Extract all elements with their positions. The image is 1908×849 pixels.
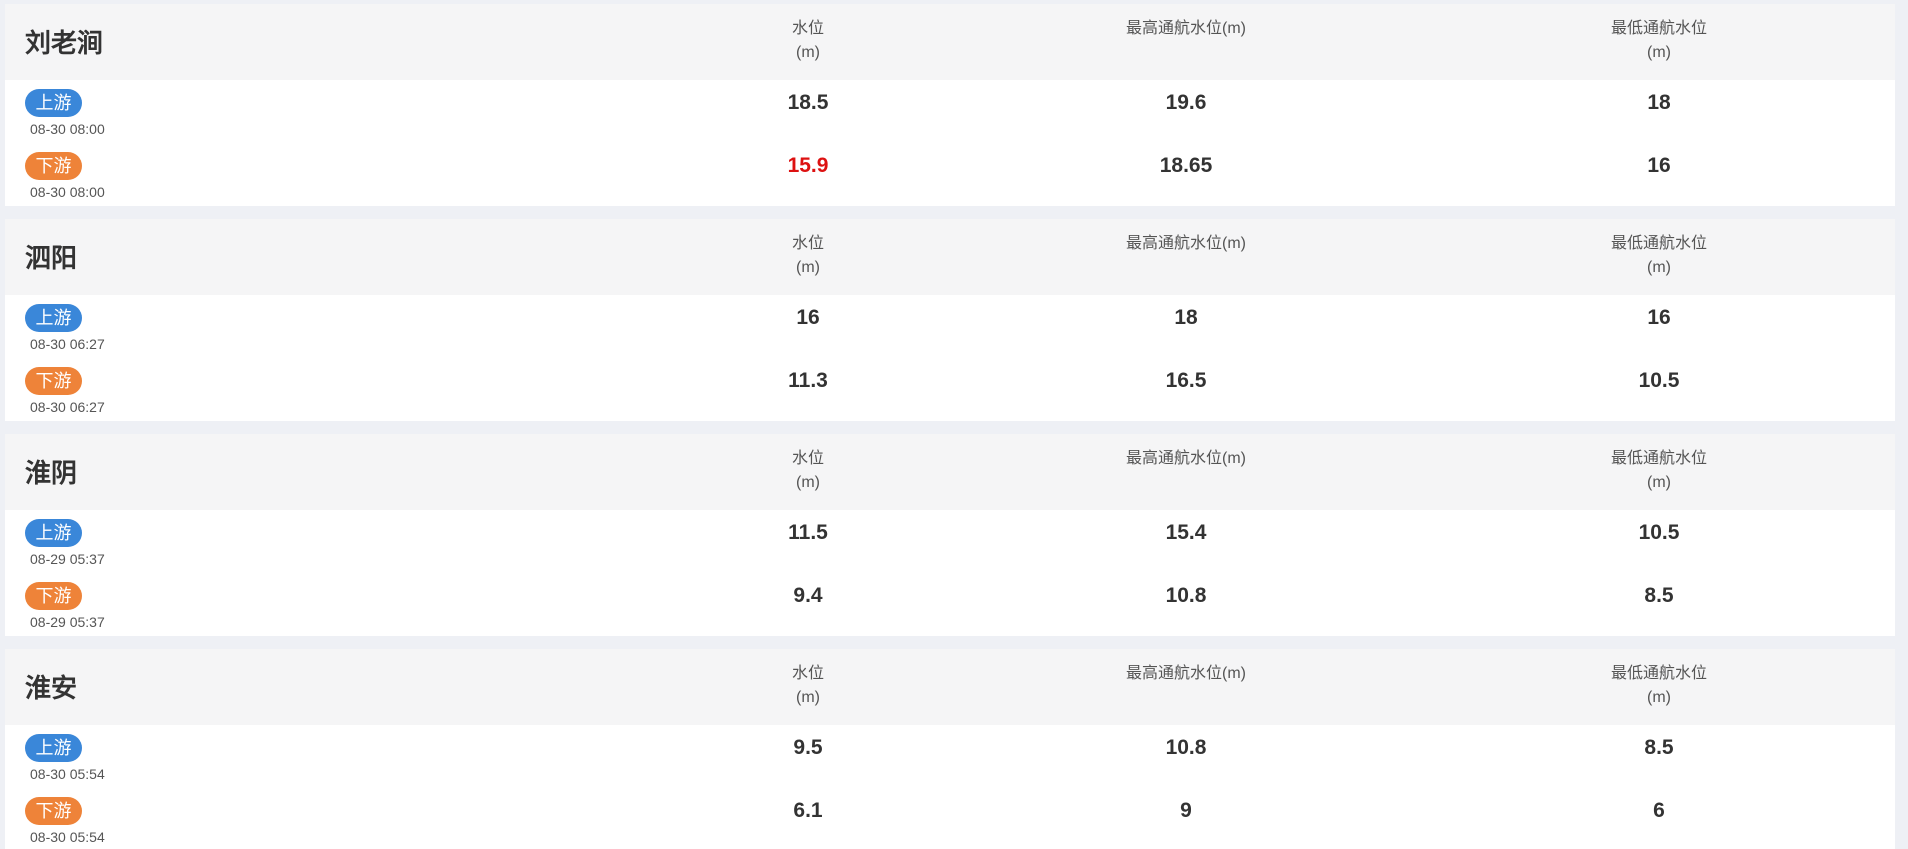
- max-nav-level-value: 18.65: [1159, 154, 1213, 177]
- reading-time: 08-30 05:54: [30, 829, 105, 845]
- reading-time: 08-30 06:27: [30, 399, 105, 415]
- water-level-header: 水位 (m): [791, 665, 824, 706]
- downstream-badge: 下游: [25, 152, 82, 180]
- water-level-value: 11.3: [788, 369, 828, 392]
- downstream-row: 下游 08-29 05:37 9.4 10.8 8.5: [5, 573, 1895, 636]
- max-nav-level-value: 15.4: [1165, 521, 1207, 544]
- station-name: 泗阳: [25, 243, 78, 273]
- station-header: 刘老涧 水位 (m) 最高通航水位(m) 最低通航水位 (m): [5, 4, 1895, 80]
- downstream-row: 下游 08-30 08:00 15.9 18.65 16: [5, 143, 1895, 206]
- reading-time: 08-30 06:27: [30, 336, 105, 352]
- water-level-value: 15.9: [787, 154, 829, 177]
- upstream-row: 上游 08-29 05:37 11.5 15.4 10.5: [5, 510, 1895, 573]
- water-level-value: 9.5: [793, 736, 823, 759]
- station-card: 刘老涧 水位 (m) 最高通航水位(m) 最低通航水位 (m) 上游 08-30 0…: [5, 4, 1895, 206]
- max-nav-level-value: 10.8: [1165, 736, 1207, 759]
- station-card: 淮阴 水位 (m) 最高通航水位(m) 最低通航水位 (m) 上游 08-29 05…: [5, 434, 1895, 636]
- station-name: 刘老涧: [25, 28, 104, 58]
- upstream-badge: 上游: [25, 304, 82, 332]
- max-nav-level-value: 9: [1180, 799, 1192, 822]
- downstream-badge: 下游: [25, 582, 82, 610]
- min-nav-level-value: 8.5: [1644, 584, 1674, 607]
- station-name: 淮安: [25, 673, 78, 703]
- station-card: 泗阳 水位 (m) 最高通航水位(m) 最低通航水位 (m) 上游 08-30 06…: [5, 219, 1895, 421]
- max-nav-level-header: 最高通航水位(m): [1126, 450, 1246, 467]
- water-level-value: 11.5: [788, 521, 828, 544]
- downstream-badge: 下游: [25, 797, 82, 825]
- min-nav-level-value: 18: [1647, 91, 1671, 114]
- upstream-badge: 上游: [25, 519, 82, 547]
- max-nav-level-value: 19.6: [1165, 91, 1207, 114]
- min-nav-level-value: 6: [1653, 799, 1665, 822]
- water-level-header: 水位 (m): [791, 20, 824, 61]
- reading-time: 08-29 05:37: [30, 614, 105, 630]
- min-nav-level-value: 16: [1647, 306, 1671, 329]
- min-nav-level-value: 10.5: [1638, 369, 1680, 392]
- min-nav-level-value: 10.5: [1638, 521, 1680, 544]
- water-level-header: 水位 (m): [791, 235, 824, 276]
- upstream-badge: 上游: [25, 734, 82, 762]
- station-list: 刘老涧 水位 (m) 最高通航水位(m) 最低通航水位 (m) 上游 08-30 0…: [0, 0, 1908, 849]
- max-nav-level-header: 最高通航水位(m): [1126, 235, 1246, 252]
- min-nav-level-header: 最低通航水位 (m): [1610, 450, 1707, 491]
- max-nav-level-header: 最高通航水位(m): [1126, 665, 1246, 682]
- downstream-badge: 下游: [25, 367, 82, 395]
- upstream-row: 上游 08-30 08:00 18.5 19.6 18: [5, 80, 1895, 143]
- max-nav-level-value: 16.5: [1165, 369, 1207, 392]
- reading-time: 08-30 08:00: [30, 184, 105, 200]
- reading-time: 08-30 05:54: [30, 766, 105, 782]
- max-nav-level-header: 最高通航水位(m): [1126, 20, 1246, 37]
- station-name: 淮阴: [25, 458, 78, 488]
- upstream-badge: 上游: [25, 89, 82, 117]
- min-nav-level-value: 16: [1647, 154, 1671, 177]
- station-card: 淮安 水位 (m) 最高通航水位(m) 最低通航水位 (m) 上游 08-30 05…: [5, 649, 1895, 849]
- water-level-header: 水位 (m): [791, 450, 824, 491]
- downstream-row: 下游 08-30 06:27 11.3 16.5 10.5: [5, 358, 1895, 421]
- upstream-row: 上游 08-30 05:54 9.5 10.8 8.5: [5, 725, 1895, 788]
- water-level-value: 9.4: [793, 584, 823, 607]
- station-header: 淮安 水位 (m) 最高通航水位(m) 最低通航水位 (m): [5, 649, 1895, 725]
- min-nav-level-header: 最低通航水位 (m): [1610, 665, 1707, 706]
- water-level-value: 16: [796, 306, 820, 329]
- water-level-value: 18.5: [787, 91, 829, 114]
- upstream-row: 上游 08-30 06:27 16 18 16: [5, 295, 1895, 358]
- max-nav-level-value: 10.8: [1165, 584, 1207, 607]
- station-header: 泗阳 水位 (m) 最高通航水位(m) 最低通航水位 (m): [5, 219, 1895, 295]
- min-nav-level-value: 8.5: [1644, 736, 1674, 759]
- max-nav-level-value: 18: [1174, 306, 1198, 329]
- water-level-value: 6.1: [793, 799, 823, 822]
- min-nav-level-header: 最低通航水位 (m): [1610, 20, 1707, 61]
- downstream-row: 下游 08-30 05:54 6.1 9 6: [5, 788, 1895, 849]
- station-header: 淮阴 水位 (m) 最高通航水位(m) 最低通航水位 (m): [5, 434, 1895, 510]
- reading-time: 08-29 05:37: [30, 551, 105, 567]
- min-nav-level-header: 最低通航水位 (m): [1610, 235, 1707, 276]
- reading-time: 08-30 08:00: [30, 121, 105, 137]
